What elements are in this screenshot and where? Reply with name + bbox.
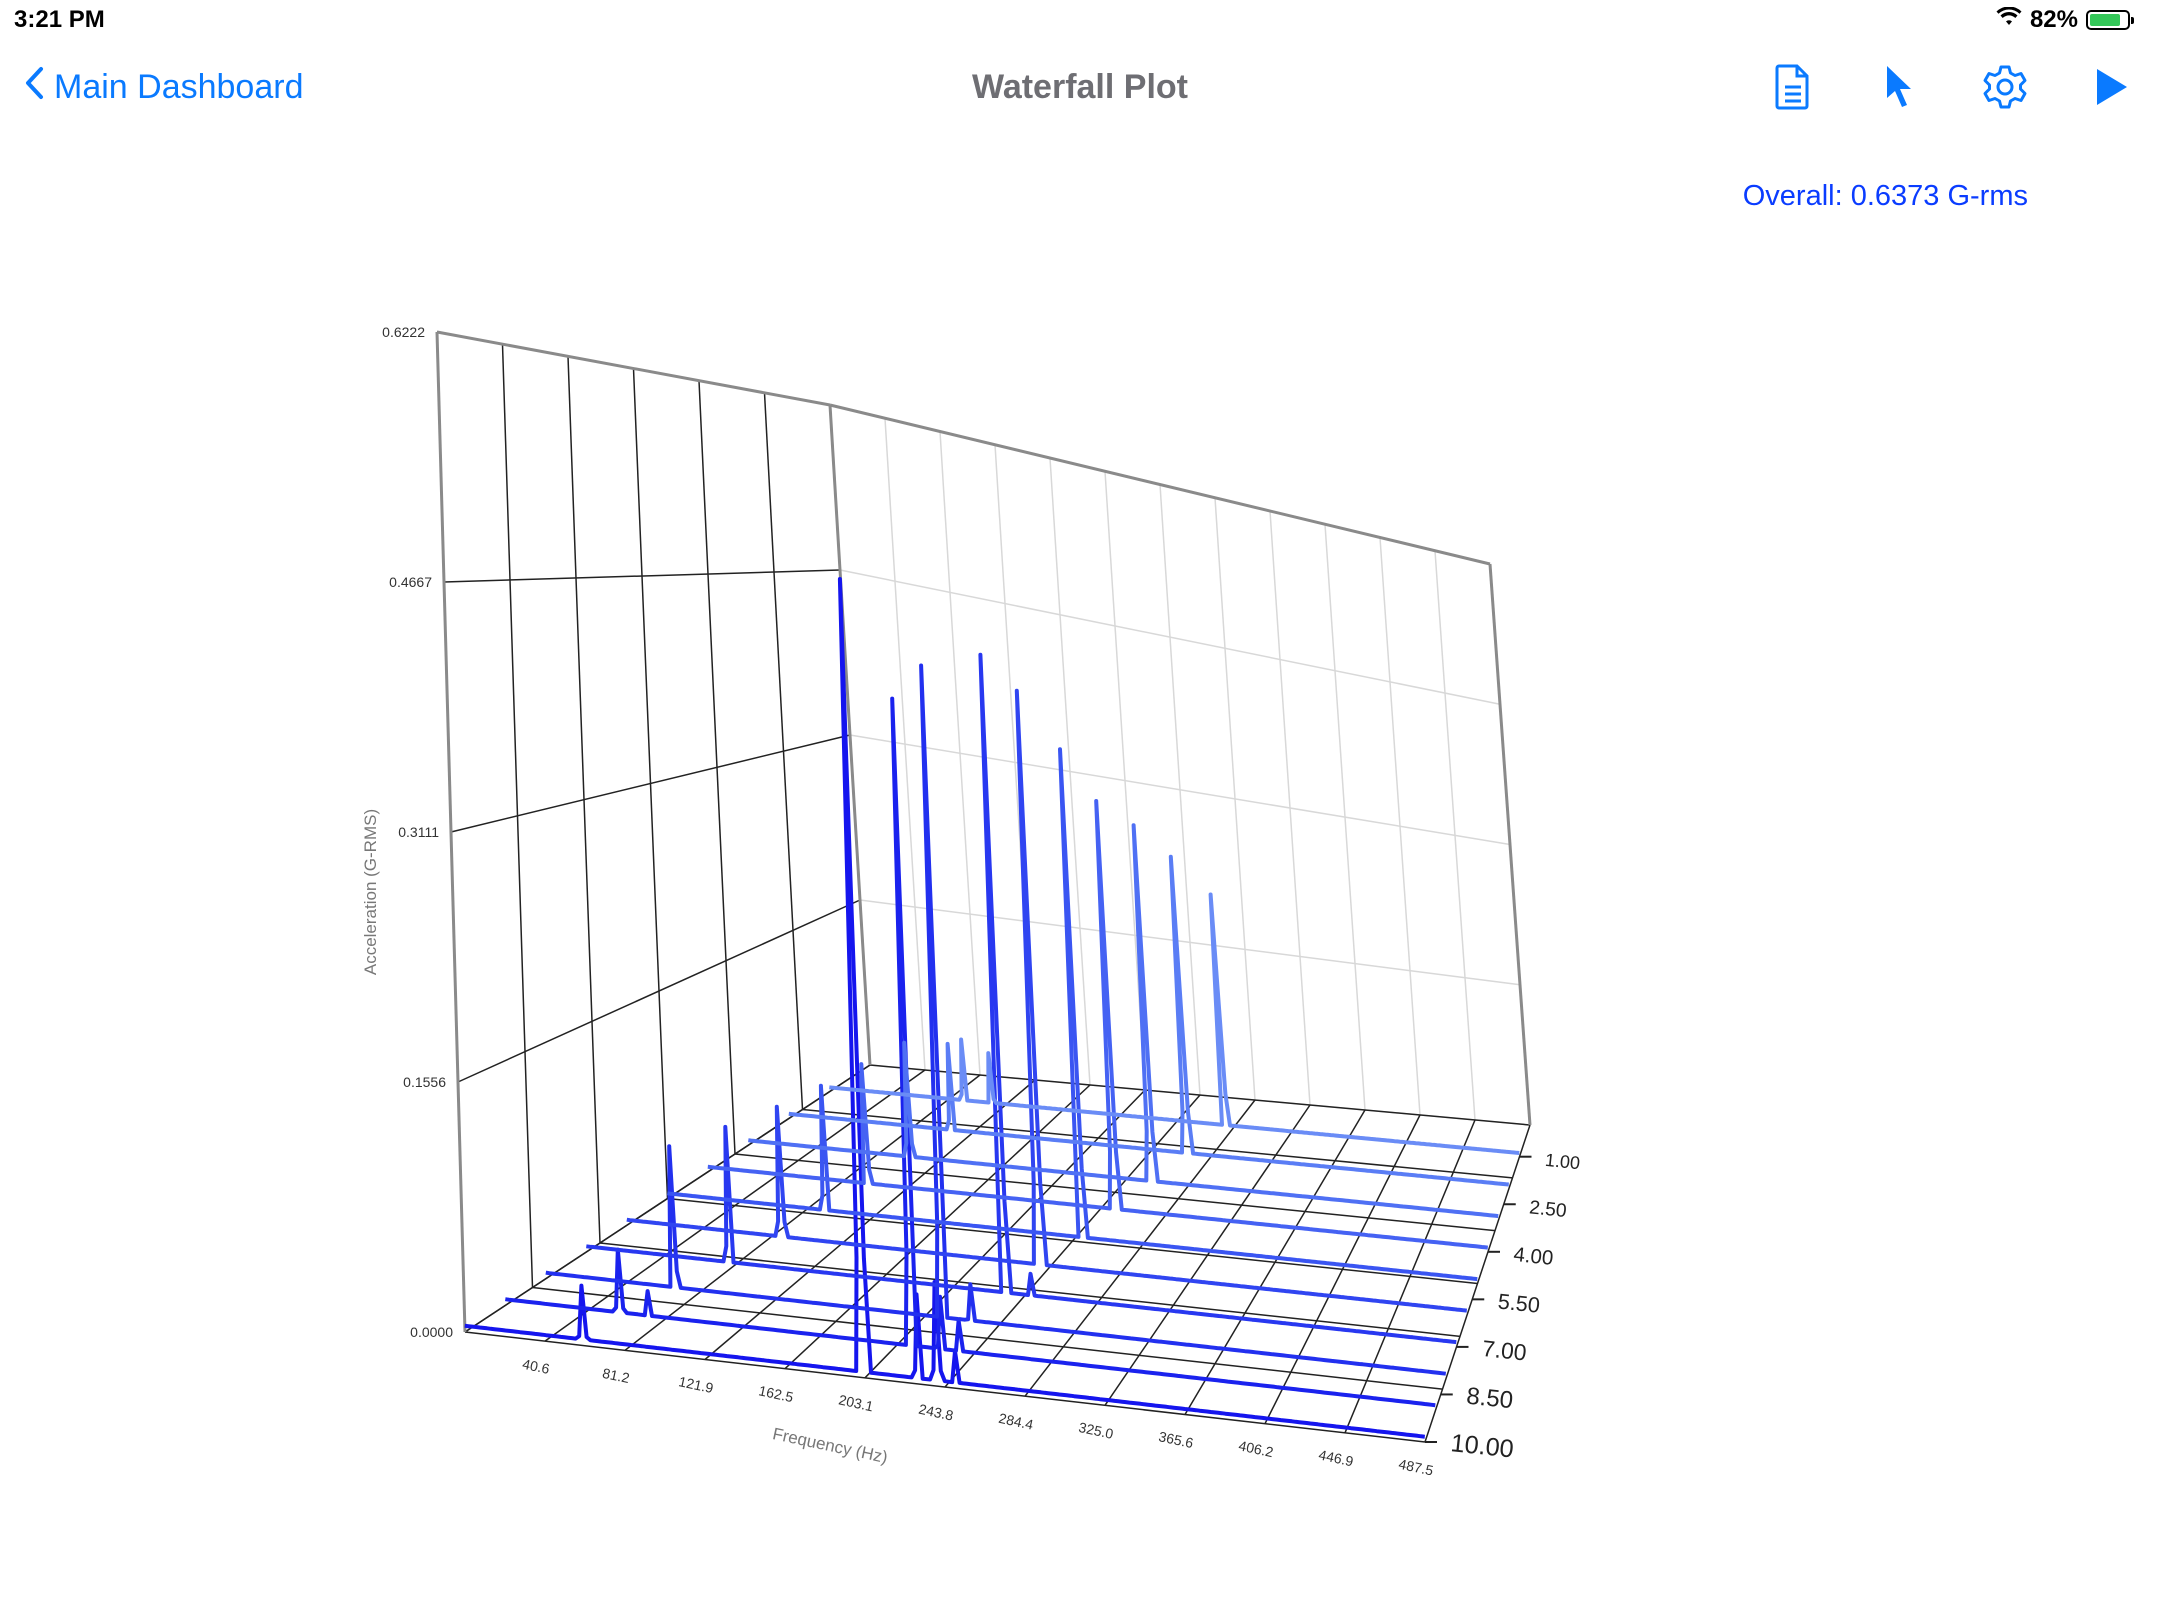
- x-tick-label: 121.9: [677, 1373, 715, 1396]
- z-axis-label: Acceleration (G-RMS): [361, 809, 380, 975]
- series-line: [464, 577, 1426, 1439]
- x-tick-label: 325.0: [1077, 1419, 1115, 1442]
- y-tick-label: 4.00: [1512, 1244, 1554, 1270]
- x-tick-label: 162.5: [757, 1382, 795, 1405]
- z-tick-label: 0.1556: [403, 1074, 446, 1090]
- x-tick-label: 406.2: [1237, 1437, 1275, 1460]
- x-tick-label: 40.6: [521, 1356, 551, 1377]
- y-tick-label: 10.00: [1449, 1429, 1515, 1463]
- y-tick-label: 2.50: [1528, 1197, 1567, 1222]
- z-tick-label: 0.4667: [389, 574, 432, 590]
- back-wall-gridline: [859, 899, 1521, 986]
- x-tick-label: 365.6: [1157, 1428, 1195, 1451]
- series-line: [626, 688, 1467, 1313]
- x-tick-label: 81.2: [601, 1365, 631, 1386]
- x-axis-label: Frequency (Hz): [771, 1424, 890, 1467]
- frame-edge: [1488, 563, 1532, 1126]
- frame-edge: [829, 403, 1491, 566]
- back-wall-gridline: [839, 569, 1501, 705]
- y-tick-label: 8.50: [1465, 1383, 1514, 1415]
- x-tick-label: 446.9: [1317, 1446, 1355, 1469]
- z-tick-label: 0.3111: [398, 824, 439, 840]
- floor-gridline: [532, 1286, 1443, 1390]
- floor-gridline: [869, 1064, 1531, 1126]
- back-wall-gridline: [849, 734, 1511, 846]
- z-tick-label: 0.0000: [410, 1324, 453, 1340]
- x-tick-label: 487.5: [1397, 1456, 1435, 1479]
- y-tick-label: 7.00: [1481, 1335, 1528, 1365]
- z-tick-label: 0.6222: [382, 324, 425, 340]
- x-tick-label: 243.8: [917, 1401, 955, 1424]
- chart-grid: [435, 330, 1532, 1443]
- frame-edge: [435, 331, 467, 1333]
- x-tick-label: 284.4: [997, 1410, 1035, 1433]
- series-line: [667, 747, 1478, 1282]
- y-tick-label: 1.00: [1544, 1150, 1581, 1174]
- series-line: [707, 799, 1488, 1250]
- waterfall-chart: 0.0000 0.1556 0.3111 0.4667 0.6222 Accelerati…: [361, 324, 1581, 1479]
- frame-edge: [436, 330, 831, 407]
- left-wall-gridline: [450, 734, 851, 833]
- y-tick-label: 5.50: [1497, 1288, 1541, 1317]
- x-tick-label: 203.1: [837, 1391, 875, 1414]
